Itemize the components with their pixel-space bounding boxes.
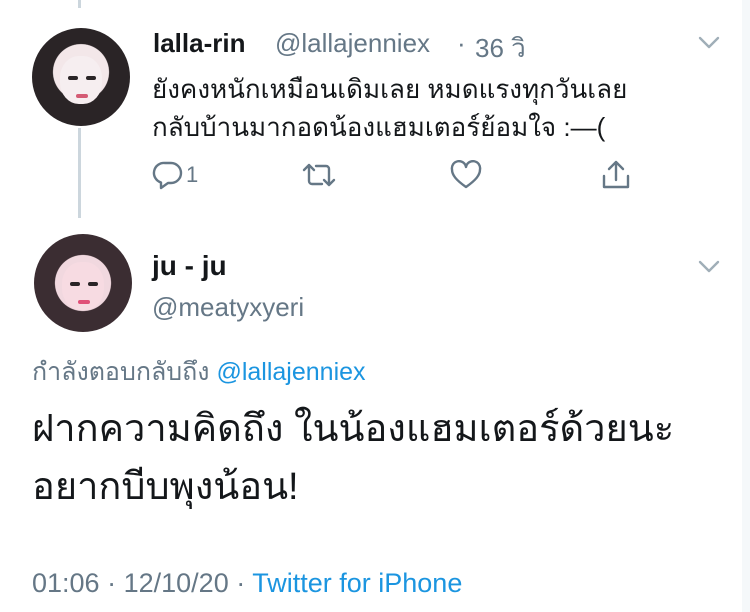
chevron-down-icon[interactable]: [698, 260, 720, 274]
tweet1-text: ยังคงหนักเหมือนเดิมเลย หมดแรงทุกวันเลย ก…: [152, 70, 712, 146]
meta-separator: ·: [236, 568, 246, 598]
scroll-edge: [742, 0, 750, 612]
share-button[interactable]: [600, 160, 632, 190]
tweet1-separator: ·: [457, 28, 466, 58]
tweet2-meta: 01:06 · 12/10/20 · Twitter for iPhone: [32, 568, 462, 599]
avatar-lip: [76, 94, 88, 98]
retweet-button[interactable]: [302, 160, 336, 190]
replying-label: กำลังตอบกลับถึง: [32, 358, 210, 386]
reply-button[interactable]: 1: [152, 160, 198, 190]
reply-count: 1: [186, 162, 199, 187]
tweet2-text: ฝากความคิดถึง ในน้องแฮมเตอร์ด้วยนะ อยากบ…: [32, 400, 722, 516]
avatar-eye: [88, 282, 98, 286]
share-icon: [600, 159, 632, 191]
tweet1-actions: 1: [150, 160, 650, 194]
tweet1-line2: กลับบ้านมากอดน้องแฮมเตอร์ย้อมใจ :—(: [152, 112, 606, 142]
tweet1-time[interactable]: 36 วิ: [475, 28, 526, 69]
replying-to: กำลังตอบกลับถึง @lallajenniex: [32, 352, 366, 392]
meta-separator: ·: [107, 568, 117, 598]
retweet-icon: [302, 160, 336, 190]
tweet2-time: 01:06: [32, 568, 100, 598]
tweet1-handle[interactable]: @lallajenniex: [275, 28, 430, 59]
avatar-eye: [68, 76, 78, 80]
tweet1-display-name[interactable]: lalla-rin: [153, 28, 245, 59]
thread-line-connector: [78, 128, 81, 218]
tweet2-display-name[interactable]: ju - ju: [152, 250, 227, 282]
like-button[interactable]: [450, 160, 482, 190]
avatar-eye: [86, 76, 96, 80]
thread-line-top: [78, 0, 81, 8]
tweet2-line1: ฝากความคิดถึง ในน้องแฮมเตอร์ด้วยนะ: [32, 408, 675, 450]
replying-mention-link[interactable]: @lallajenniex: [216, 358, 365, 386]
avatar-lalla-rin[interactable]: [32, 28, 130, 126]
chevron-down-icon[interactable]: [698, 36, 720, 50]
avatar-eye: [70, 282, 80, 286]
tweet2-line2: อยากบีบพุงน้อน!: [32, 466, 299, 508]
avatar-lip: [78, 300, 90, 304]
tweet2-handle[interactable]: @meatyxyeri: [152, 292, 304, 323]
reply-icon: [152, 160, 184, 190]
tweet-source-link[interactable]: Twitter for iPhone: [252, 568, 462, 598]
tweet1-line1: ยังคงหนักเหมือนเดิมเลย หมดแรงทุกวันเลย: [152, 74, 628, 104]
tweet2-date: 12/10/20: [123, 568, 229, 598]
avatar-ju-ju[interactable]: [34, 234, 132, 332]
like-icon: [450, 160, 482, 190]
